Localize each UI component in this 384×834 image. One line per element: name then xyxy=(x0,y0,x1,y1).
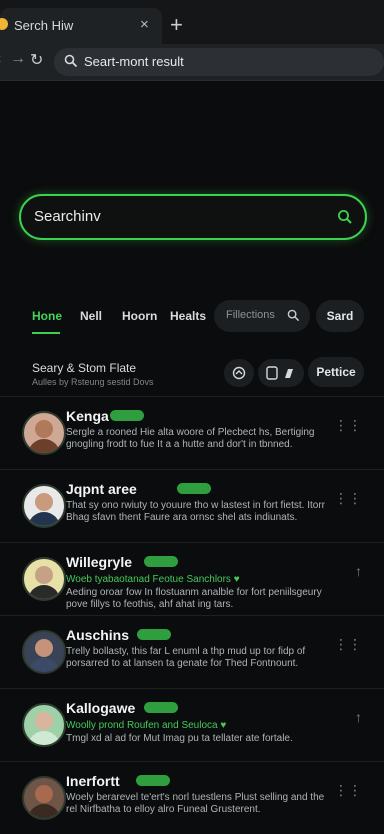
avatar-body xyxy=(28,804,60,818)
cloud-icon-button[interactable] xyxy=(224,359,254,387)
refine-button[interactable]: Pettice xyxy=(308,357,364,387)
filter-bar: Hone Nell Hoorn Healts Fillections Sard xyxy=(0,300,384,334)
save-button[interactable]: Sard xyxy=(316,300,364,332)
list-item[interactable]: Kallogawe Woolly prond Roufen and Seuloca… xyxy=(0,688,384,761)
drag-handle-icon[interactable]: ⋮⋮ xyxy=(334,636,362,653)
status-badge xyxy=(144,702,178,713)
results-list: Kenga Sergle a rooned Hie alta woore of P… xyxy=(0,396,384,834)
tab-hoorn[interactable]: Hoorn xyxy=(122,309,157,323)
avatar-head xyxy=(35,566,53,584)
list-item[interactable]: Willegryle Woeb tyabaotanad Feotue Sanchl… xyxy=(0,542,384,615)
avatar xyxy=(22,630,66,674)
view-toggle-button[interactable] xyxy=(258,359,304,387)
result-description: Aeding oroar fow In flostuanm analble fo… xyxy=(66,587,322,610)
url-text: Seart-mont result xyxy=(84,54,184,69)
status-badge xyxy=(136,775,170,786)
avatar-body xyxy=(28,512,60,526)
result-description: Tmgl xd al ad for Mut Imag pu ta tellate… xyxy=(66,733,293,744)
drag-handle-icon[interactable]: ⋮⋮ xyxy=(334,782,362,799)
status-badge xyxy=(110,410,144,421)
result-meta: Woeb tyabaotanad Feotue Sanchlors ♥ xyxy=(66,574,240,585)
result-name[interactable]: Auschins xyxy=(66,627,129,643)
layout-icon xyxy=(266,366,293,380)
result-name[interactable]: Inerfortt xyxy=(66,773,120,789)
list-item[interactable]: Jqpnt aree That sy ono rwiuty to youure t… xyxy=(0,469,384,542)
section-subtitle: Aulles by Rsteung sestid Dovs xyxy=(32,377,154,387)
tab-hone[interactable]: Hone xyxy=(32,309,62,323)
result-description: Trelly bollasty, this far L enuml a thp … xyxy=(66,646,306,669)
drag-handle-icon[interactable]: ⋮⋮ xyxy=(334,490,362,507)
section-title: Seary & Stom Flate xyxy=(32,361,137,375)
tab-healts[interactable]: Healts xyxy=(170,309,206,323)
drag-handle-icon[interactable]: ⋮⋮ xyxy=(334,417,362,434)
tab-title: Serch Hiw xyxy=(14,18,74,33)
avatar xyxy=(22,776,66,820)
search-input-value: Searchinv xyxy=(34,208,101,225)
avatar-head xyxy=(35,785,53,803)
result-name[interactable]: Willegryle xyxy=(66,554,132,570)
avatar-head xyxy=(35,420,53,438)
status-badge xyxy=(137,629,171,640)
arrow-up-icon[interactable]: ↑ xyxy=(355,563,362,579)
result-meta: Woolly prond Roufen and Seuloca ♥ xyxy=(66,720,227,731)
avatar-head xyxy=(35,712,53,730)
active-tab-indicator xyxy=(32,332,60,334)
avatar-body xyxy=(28,585,60,599)
avatar xyxy=(22,703,66,747)
list-item[interactable]: Auschins Trelly bollasty, this far L enum… xyxy=(0,615,384,688)
search-icon xyxy=(64,54,78,68)
results-section-header: Seary & Stom Flate Aulles by Rsteung ses… xyxy=(20,357,364,391)
result-description: Sergle a rooned Hie alta woore of Plecbe… xyxy=(66,427,315,450)
result-description: Woely berarevel te'ert's norl tuestlens … xyxy=(66,792,325,815)
result-name[interactable]: Jqpnt aree xyxy=(66,481,137,497)
avatar-head xyxy=(35,639,53,657)
avatar xyxy=(22,484,66,528)
filter-placeholder: Fillections xyxy=(226,309,275,321)
result-name[interactable]: Kallogawe xyxy=(66,700,135,716)
status-badge xyxy=(177,483,211,494)
address-bar: ‹ → ↻ Seart-mont result xyxy=(0,44,384,81)
avatar-body xyxy=(28,658,60,672)
close-tab-icon[interactable]: × xyxy=(140,16,149,33)
reload-icon[interactable]: ↻ xyxy=(30,50,43,70)
url-field[interactable]: Seart-mont result xyxy=(54,48,384,76)
list-item[interactable]: Inerfortt Woely berarevel te'ert's norl t… xyxy=(0,761,384,834)
cloud-icon xyxy=(232,366,246,380)
tab-nell[interactable]: Nell xyxy=(80,309,102,323)
arrow-up-icon[interactable]: ↑ xyxy=(355,709,362,725)
filter-input[interactable]: Fillections xyxy=(214,300,310,332)
avatar xyxy=(22,557,66,601)
search-icon[interactable] xyxy=(337,209,353,225)
result-name[interactable]: Kenga xyxy=(66,408,109,424)
browser-tab[interactable]: Serch Hiw × xyxy=(0,8,162,44)
new-tab-icon[interactable]: + xyxy=(170,14,183,36)
status-badge xyxy=(144,556,178,567)
back-icon[interactable]: ‹ xyxy=(0,50,1,68)
favicon-icon xyxy=(0,18,8,30)
avatar-body xyxy=(28,439,60,453)
search-input[interactable]: Searchinv xyxy=(19,194,367,240)
list-item[interactable]: Kenga Sergle a rooned Hie alta woore of P… xyxy=(0,396,384,469)
forward-icon[interactable]: → xyxy=(10,50,26,68)
browser-tab-bar: Serch Hiw × + xyxy=(0,0,384,44)
avatar-body xyxy=(28,731,60,745)
avatar-head xyxy=(35,493,53,511)
search-icon xyxy=(287,309,300,322)
avatar xyxy=(22,411,66,455)
result-description: That sy ono rwiuty to youure tho w laste… xyxy=(66,500,325,523)
